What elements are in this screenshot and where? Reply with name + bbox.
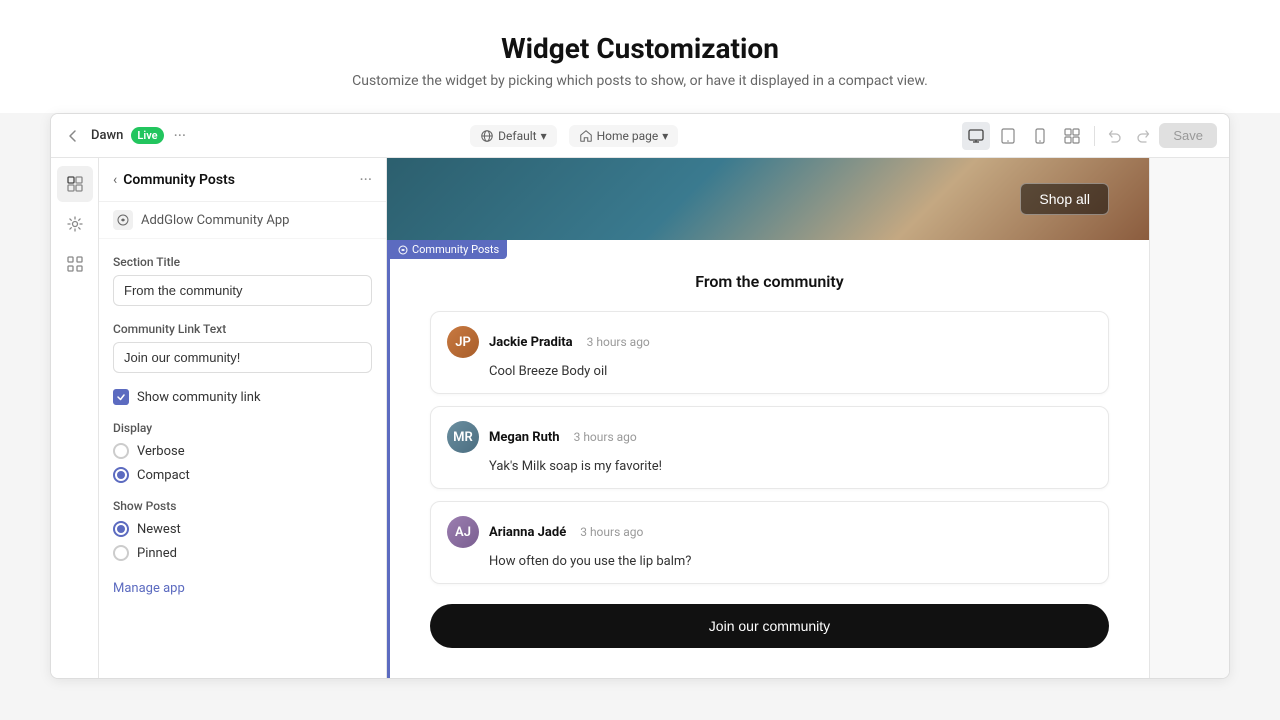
community-link-input[interactable] [113, 342, 372, 373]
homepage-chevron: ▾ [662, 129, 668, 143]
page-title: Widget Customization [20, 32, 1260, 65]
toolbar-right: Save [962, 122, 1217, 150]
app-icon [113, 210, 133, 230]
show-posts-radio-group: Newest Pinned [113, 521, 372, 561]
default-chevron: ▾ [541, 129, 547, 143]
post-author-1: Jackie Pradita [489, 335, 573, 350]
post-author-2: Megan Ruth [489, 430, 560, 445]
toolbar-divider [1094, 126, 1095, 146]
panel-subitem-app: AddGlow Community App [99, 202, 386, 239]
compact-label: Compact [137, 468, 190, 483]
post-time-3: 3 hours ago [580, 525, 643, 539]
shop-all-button[interactable]: Shop all [1020, 183, 1109, 215]
post-content-2: Yak's Milk soap is my favorite! [447, 459, 1092, 474]
desktop-view-btn[interactable] [962, 122, 990, 150]
manage-app-link[interactable]: Manage app [113, 581, 185, 596]
section-title-input[interactable] [113, 275, 372, 306]
verbose-radio[interactable] [113, 443, 129, 459]
store-name: Dawn [91, 128, 123, 143]
show-community-link-checkbox[interactable] [113, 389, 129, 405]
post-time-2: 3 hours ago [574, 430, 637, 444]
section-title-label: Section Title [113, 255, 372, 269]
section-tag: Community Posts [390, 240, 507, 259]
more-icon[interactable]: ··· [174, 126, 187, 145]
preview-area: Shop all Community Posts From the commun… [387, 158, 1149, 678]
display-group: Display Verbose Compact [113, 421, 372, 483]
verbose-radio-row[interactable]: Verbose [113, 443, 372, 459]
pinned-radio-row[interactable]: Pinned [113, 545, 372, 561]
show-community-link-row[interactable]: Show community link [113, 389, 372, 405]
panel-header: ‹ Community Posts ··· [99, 158, 386, 202]
browser-toolbar: Dawn Live ··· Default ▾ Home page ▾ [51, 114, 1229, 158]
post-avatar-1: JP [447, 326, 479, 358]
live-badge: Live [131, 127, 163, 144]
mobile-view-btn[interactable] [1026, 122, 1054, 150]
page-header: Widget Customization Customize the widge… [0, 0, 1280, 113]
nav-apps-icon[interactable] [57, 246, 93, 282]
show-posts-group: Show Posts Newest Pinned [113, 499, 372, 561]
redo-btn[interactable] [1131, 124, 1155, 148]
browser-frame: Dawn Live ··· Default ▾ Home page ▾ [50, 113, 1230, 679]
compact-radio-row[interactable]: Compact [113, 467, 372, 483]
grid-view-btn[interactable] [1058, 122, 1086, 150]
back-icon[interactable] [63, 126, 83, 146]
newest-radio-inner [117, 525, 125, 533]
homepage-selector[interactable]: Home page ▾ [569, 125, 679, 147]
panel-title: Community Posts [123, 172, 359, 188]
page-subtitle: Customize the widget by picking which po… [20, 73, 1260, 89]
show-posts-label: Show Posts [113, 499, 372, 513]
pinned-label: Pinned [137, 546, 177, 561]
section-tag-label: Community Posts [412, 243, 499, 256]
default-label: Default [498, 129, 536, 143]
undo-btn[interactable] [1103, 124, 1127, 148]
settings-panel: ‹ Community Posts ··· AddGlow Community … [99, 158, 387, 678]
post-card-2-header: MR Megan Ruth 3 hours ago [447, 421, 1092, 453]
app-label: AddGlow Community App [141, 213, 289, 228]
post-card-1-header: JP Jackie Pradita 3 hours ago [447, 326, 1092, 358]
post-avatar-3: AJ [447, 516, 479, 548]
compact-radio-inner [117, 471, 125, 479]
display-label: Display [113, 421, 372, 435]
newest-label: Newest [137, 522, 181, 537]
newest-radio[interactable] [113, 521, 129, 537]
post-author-3: Arianna Jadé [489, 525, 566, 540]
post-content-1: Cool Breeze Body oil [447, 364, 1092, 379]
newest-radio-row[interactable]: Newest [113, 521, 372, 537]
save-button[interactable]: Save [1159, 123, 1217, 148]
nav-sections-icon[interactable] [57, 166, 93, 202]
compact-radio[interactable] [113, 467, 129, 483]
post-time-1: 3 hours ago [587, 335, 650, 349]
hero-banner: Shop all [387, 158, 1149, 240]
tablet-view-btn[interactable] [994, 122, 1022, 150]
post-card-3-header: AJ Arianna Jadé 3 hours ago [447, 516, 1092, 548]
post-content-3: How often do you use the lip balm? [447, 554, 1092, 569]
community-link-label: Community Link Text [113, 322, 372, 336]
browser-body: ‹ Community Posts ··· AddGlow Community … [51, 158, 1229, 678]
display-radio-group: Verbose Compact [113, 443, 372, 483]
community-posts-section: Community Posts From the community JP Ja… [387, 240, 1149, 678]
post-avatar-2: MR [447, 421, 479, 453]
toolbar-center: Default ▾ Home page ▾ [194, 125, 954, 147]
default-selector[interactable]: Default ▾ [470, 125, 556, 147]
toolbar-left: Dawn Live ··· [63, 126, 186, 146]
right-sidebar [1149, 158, 1229, 678]
join-community-button[interactable]: Join our community [430, 604, 1109, 648]
panel-options-icon[interactable]: ··· [359, 170, 372, 189]
section-title-group: Section Title [113, 255, 372, 306]
nav-settings-icon[interactable] [57, 206, 93, 242]
post-card-1: JP Jackie Pradita 3 hours ago Cool Breez… [430, 311, 1109, 394]
community-section-title: From the community [430, 272, 1109, 291]
panel-back-icon[interactable]: ‹ [113, 172, 117, 188]
post-card-3: AJ Arianna Jadé 3 hours ago How often do… [430, 501, 1109, 584]
homepage-label: Home page [597, 129, 659, 143]
sidebar-nav [51, 158, 99, 678]
panel-body: Section Title Community Link Text Show c… [99, 239, 386, 612]
verbose-label: Verbose [137, 444, 185, 459]
show-community-link-label: Show community link [137, 390, 261, 405]
community-link-group: Community Link Text [113, 322, 372, 373]
post-card-2: MR Megan Ruth 3 hours ago Yak's Milk soa… [430, 406, 1109, 489]
pinned-radio[interactable] [113, 545, 129, 561]
